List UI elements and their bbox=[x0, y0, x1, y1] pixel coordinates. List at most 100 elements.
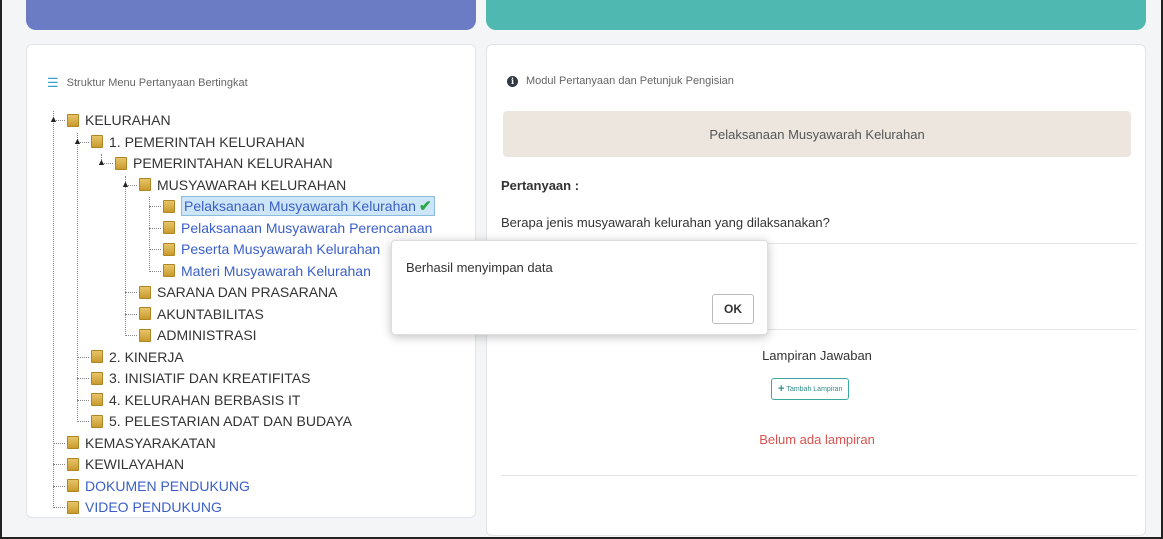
folder-icon bbox=[67, 436, 79, 449]
tree-node[interactable]: SARANA DAN PRASARANA bbox=[139, 283, 338, 301]
tree-connector bbox=[53, 485, 65, 487]
folder-icon bbox=[115, 156, 127, 170]
tree-node[interactable]: Pelaksanaan Musyawarah Perencanaan bbox=[163, 219, 432, 237]
header-band-left bbox=[26, 0, 476, 30]
tree-node-label: Pelaksanaan Musyawarah Perencanaan bbox=[181, 219, 433, 236]
folder-icon bbox=[139, 285, 151, 299]
plus-icon: + bbox=[778, 383, 785, 395]
tree-connector bbox=[77, 356, 89, 358]
question-panel-header: i Modul Pertanyaan dan Petunjuk Pengisia… bbox=[507, 75, 734, 87]
expand-toggle-icon[interactable]: ▲ bbox=[97, 157, 106, 167]
folder-icon bbox=[139, 328, 151, 342]
tree-node[interactable]: PEMERINTAHAN KELURAHAN bbox=[115, 154, 333, 172]
tree-connector bbox=[77, 399, 89, 401]
tree-node-label: MUSYAWARAH KELURAHAN bbox=[157, 176, 347, 193]
tree-node[interactable]: Materi Musyawarah Kelurahan bbox=[163, 262, 371, 280]
folder-icon bbox=[67, 113, 79, 127]
folder-icon bbox=[163, 199, 175, 213]
tree-connector bbox=[125, 335, 137, 336]
folder-icon bbox=[67, 500, 79, 514]
section-title-box: Pelaksanaan Musyawarah Kelurahan bbox=[503, 111, 1131, 157]
tree-node[interactable]: VIDEO PENDUKUNG bbox=[67, 498, 222, 516]
add-attachment-label: Tambah Lampiran bbox=[786, 385, 843, 393]
tree-node-label: PEMERINTAHAN KELURAHAN bbox=[133, 155, 333, 171]
header-band-right bbox=[486, 0, 1146, 30]
tree-guide-line bbox=[77, 132, 78, 422]
tree-node[interactable]: 3. INISIATIF DAN KREATIFITAS bbox=[91, 369, 310, 387]
success-dialog: Berhasil menyimpan data OK bbox=[391, 240, 768, 335]
list-icon: ☰ bbox=[47, 75, 59, 90]
tree-node-label: KELURAHAN bbox=[85, 112, 171, 128]
tree-connector bbox=[149, 206, 161, 207]
tree-node-label: KEMASYARAKATAN bbox=[85, 434, 216, 451]
tree-connector bbox=[53, 442, 65, 444]
tree-node-label: VIDEO PENDUKUNG bbox=[85, 499, 222, 515]
tree-node-label: DOKUMEN PENDUKUNG bbox=[85, 477, 250, 494]
section-title: Pelaksanaan Musyawarah Kelurahan bbox=[709, 126, 925, 142]
tree-connector bbox=[53, 507, 65, 508]
folder-icon bbox=[91, 350, 103, 363]
tree-connector bbox=[149, 270, 161, 272]
tree-node[interactable]: 4. KELURAHAN BERBASIS IT bbox=[91, 391, 300, 409]
tree-node-label: SARANA DAN PRASARANA bbox=[157, 284, 338, 300]
tree-node[interactable]: Pelaksanaan Musyawarah Kelurahan ✔ bbox=[163, 196, 435, 216]
tree-node[interactable]: KELURAHAN bbox=[67, 111, 171, 129]
tree-panel-title: Struktur Menu Pertanyaan Bertingkat bbox=[66, 77, 248, 89]
question-label: Pertanyaan : bbox=[501, 178, 580, 193]
add-attachment-button[interactable]: + Tambah Lampiran bbox=[771, 378, 850, 400]
tree-node[interactable]: KEWILAYAHAN bbox=[67, 455, 184, 473]
tree-connector bbox=[77, 378, 89, 379]
tree-node-label: 1. PEMERINTAH KELURAHAN bbox=[109, 133, 305, 150]
folder-icon bbox=[91, 371, 103, 385]
expand-toggle-icon[interactable]: ▲ bbox=[49, 114, 58, 124]
attachment-label: Lampiran Jawaban bbox=[762, 348, 872, 363]
tree-node-label: Peserta Musyawarah Kelurahan bbox=[181, 241, 381, 257]
question-text: Berapa jenis musyawarah kelurahan yang d… bbox=[501, 215, 830, 230]
tree-node[interactable]: 5. PELESTARIAN ADAT DAN BUDAYA bbox=[91, 412, 352, 430]
folder-icon bbox=[163, 264, 175, 277]
tree-connector bbox=[77, 421, 89, 422]
tree-guide-line bbox=[53, 111, 54, 508]
tree-connector bbox=[125, 292, 137, 293]
folder-icon bbox=[67, 457, 79, 471]
tree-node-label: KEWILAYAHAN bbox=[85, 456, 185, 472]
expand-toggle-icon[interactable]: ▲ bbox=[121, 179, 130, 189]
folder-icon bbox=[91, 414, 103, 428]
tree-node-label: Materi Musyawarah Kelurahan bbox=[181, 262, 371, 279]
folder-icon bbox=[139, 307, 151, 320]
tree-node[interactable]: ADMINISTRASI bbox=[139, 326, 257, 344]
dialog-message: Berhasil menyimpan data bbox=[406, 260, 553, 275]
question-panel-title: Modul Pertanyaan dan Petunjuk Pengisian bbox=[526, 75, 734, 87]
tree-panel-header: ☰ Struktur Menu Pertanyaan Bertingkat bbox=[47, 75, 248, 91]
tree-connector bbox=[149, 227, 161, 229]
expand-toggle-icon[interactable]: ▲ bbox=[73, 136, 82, 146]
folder-icon bbox=[67, 479, 79, 492]
tree-node[interactable]: DOKUMEN PENDUKUNG bbox=[67, 477, 250, 495]
tree-node[interactable]: 2. KINERJA bbox=[91, 348, 184, 366]
tree-connector bbox=[125, 313, 137, 315]
no-attachment-text: Belum ada lampiran bbox=[759, 432, 875, 447]
folder-icon bbox=[163, 221, 175, 234]
tree-node-label: 3. INISIATIF DAN KREATIFITAS bbox=[109, 370, 311, 386]
tree-node[interactable]: Peserta Musyawarah Kelurahan bbox=[163, 240, 380, 258]
folder-icon bbox=[91, 135, 103, 148]
app-frame: ☰ Struktur Menu Pertanyaan Bertingkat KE… bbox=[0, 0, 1163, 539]
tree-node-label: 5. PELESTARIAN ADAT DAN BUDAYA bbox=[109, 413, 352, 429]
tree-node[interactable]: AKUNTABILITAS bbox=[139, 305, 264, 323]
tree-guide-line bbox=[149, 197, 150, 272]
folder-icon bbox=[139, 178, 151, 191]
tree-connector bbox=[53, 464, 65, 465]
folder-icon bbox=[91, 393, 103, 406]
tree-node-label: 2. KINERJA bbox=[109, 348, 184, 365]
ok-button[interactable]: OK bbox=[712, 294, 754, 324]
tree-node-label: AKUNTABILITAS bbox=[157, 305, 264, 322]
tree-connector bbox=[149, 249, 161, 250]
tree-node[interactable]: MUSYAWARAH KELURAHAN bbox=[139, 176, 346, 194]
tree-node[interactable]: 1. PEMERINTAH KELURAHAN bbox=[91, 133, 305, 151]
tree-node-label: ADMINISTRASI bbox=[157, 327, 257, 343]
folder-icon bbox=[163, 242, 175, 256]
check-icon: ✔ bbox=[418, 198, 432, 215]
tree-node-label: Pelaksanaan Musyawarah Kelurahan ✔ bbox=[181, 196, 435, 216]
tree-guide-line bbox=[125, 175, 126, 336]
tree-node[interactable]: KEMASYARAKATAN bbox=[67, 434, 216, 452]
